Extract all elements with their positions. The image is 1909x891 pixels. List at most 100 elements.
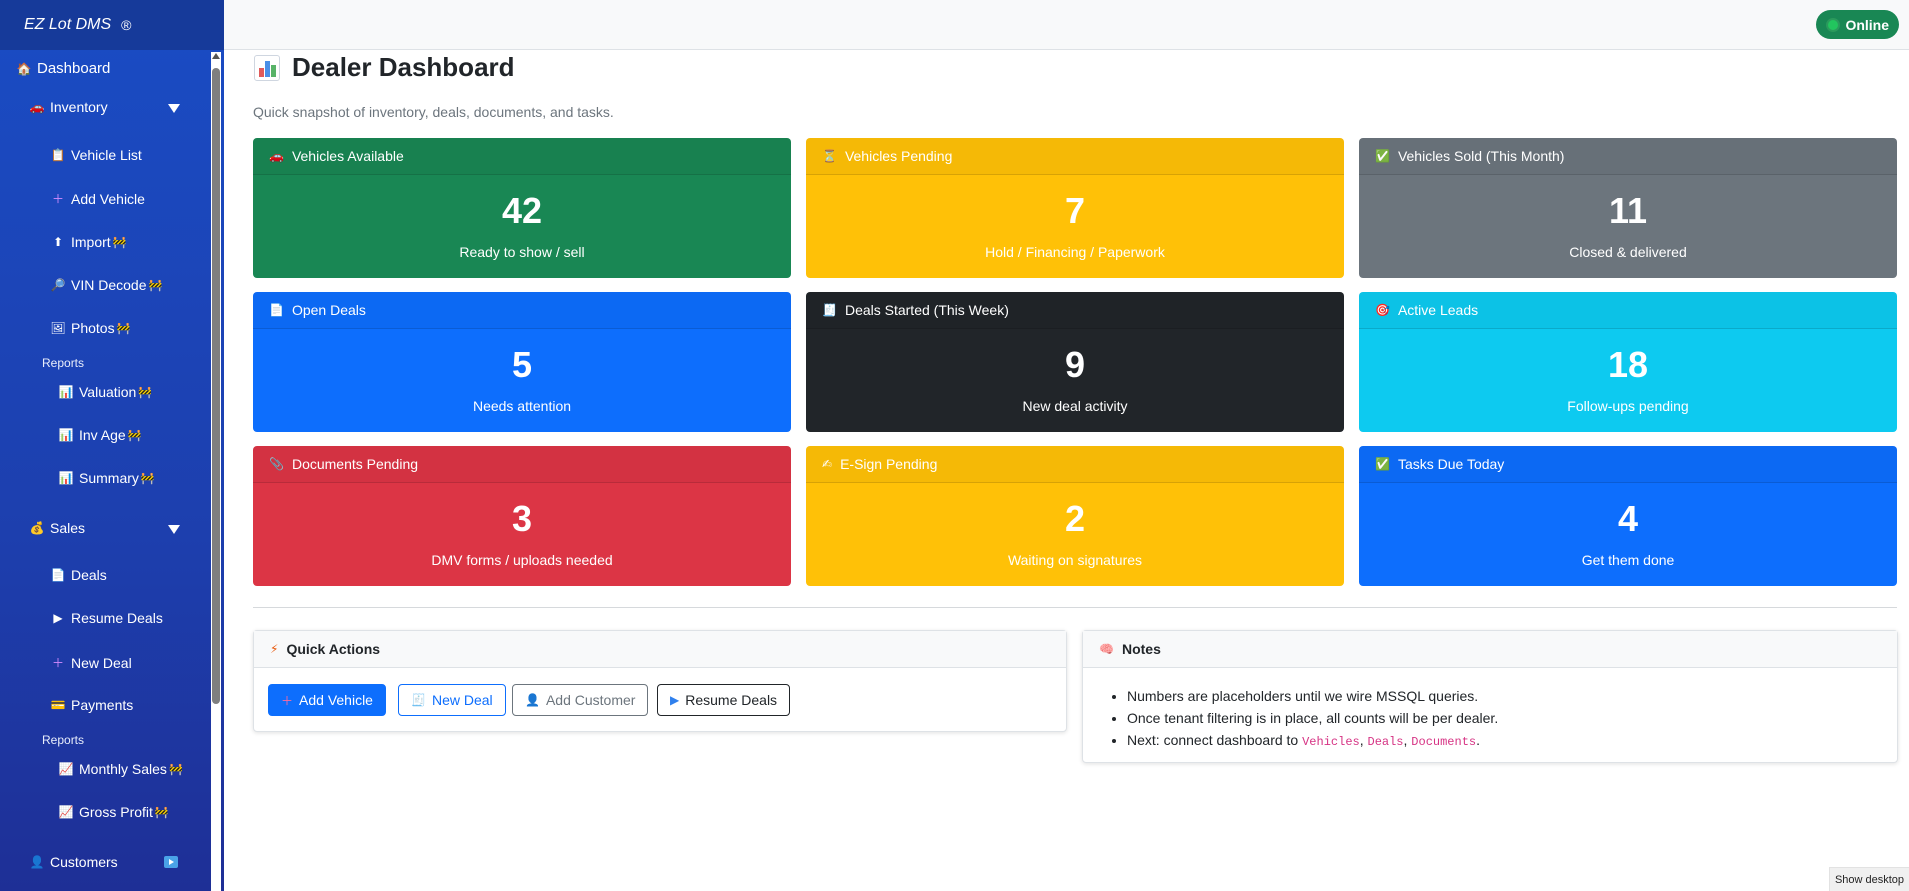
new-deal-button[interactable]: 🧾 New Deal — [398, 684, 506, 716]
plus-icon: ＋ — [51, 192, 64, 206]
sidebar-item-deals[interactable]: 📄 Deals — [50, 567, 107, 583]
sidebar-nav: 🏠 Dashboard 🚗 Inventory 📋 Vehicle List ＋… — [0, 50, 208, 891]
button-label: Add Vehicle — [299, 692, 373, 708]
card-title: Active Leads — [1397, 302, 1479, 318]
expand-icon[interactable] — [164, 856, 178, 868]
construction-icon: 🚧 — [112, 236, 127, 249]
status-badge: Online — [1816, 10, 1899, 39]
bar-chart-icon: 📊 — [58, 385, 74, 399]
construction-icon: 🚧 — [168, 763, 183, 776]
sidebar-item-label: Inventory — [50, 99, 108, 115]
brand[interactable]: EZ Lot DMS ® — [0, 0, 224, 50]
card-value: 7 — [1064, 190, 1086, 231]
upload-icon: ⬆ — [52, 235, 64, 249]
car-icon: 🚗 — [269, 149, 284, 163]
sidebar-item-new-deal[interactable]: ＋ New Deal — [50, 654, 132, 671]
button-label: Add Customer — [545, 692, 636, 708]
sidebar-item-add-vehicle[interactable]: ＋ Add Vehicle — [50, 190, 145, 207]
hourglass-icon: ⏳ — [822, 149, 837, 163]
period: . — [1476, 732, 1480, 748]
card-value: 2 — [1064, 498, 1086, 539]
card-documents-pending[interactable]: 📎 Documents Pending 3 DMV forms / uploads… — [253, 446, 791, 586]
sidebar-item-label: Sales — [50, 520, 86, 536]
sidebar-item-valuation[interactable]: 📊 Valuation 🚧 — [58, 384, 153, 400]
card-title: E-Sign Pending — [840, 456, 938, 472]
card-icon: 💳 — [50, 698, 66, 712]
construction-icon: 🚧 — [116, 322, 131, 335]
top-bar: Online — [224, 0, 1909, 50]
person-icon: 👤 — [525, 693, 540, 707]
card-value: 42 — [501, 190, 543, 231]
document-icon: 📄 — [50, 568, 66, 582]
check-icon: ✅ — [1375, 149, 1390, 163]
sidebar-item-customers[interactable]: 👤 Customers — [29, 854, 118, 870]
car-icon: 🚗 — [29, 100, 45, 114]
construction-icon: 🚧 — [127, 429, 142, 442]
sidebar-item-label: Monthly Sales — [79, 761, 167, 777]
sidebar-item-vin-decode[interactable]: 🔎 VIN Decode 🚧 — [50, 277, 163, 293]
status-dot-icon — [1828, 19, 1839, 30]
button-label: New Deal — [431, 692, 493, 708]
card-deals-started[interactable]: 🧾 Deals Started (This Week) 9 New deal ac… — [806, 292, 1344, 432]
sidebar-item-monthly-sales[interactable]: 📈 Monthly Sales 🚧 — [58, 761, 183, 777]
resume-deals-button[interactable]: ▶ Resume Deals — [657, 684, 791, 716]
target-icon: 🎯 — [1375, 303, 1390, 317]
sidebar-item-resume-deals[interactable]: ▶ Resume Deals — [50, 610, 162, 626]
sidebar-item-vehicle-list[interactable]: 📋 Vehicle List — [50, 147, 142, 163]
scroll-up-icon[interactable] — [212, 53, 220, 59]
card-title: Deals Started (This Week) — [844, 302, 1009, 318]
sidebar-item-sales[interactable]: 💰 Sales — [29, 520, 86, 536]
status-label: Online — [1845, 16, 1889, 33]
receipt-icon: 🧾 — [411, 693, 426, 707]
card-subtext: Closed & delivered — [1569, 244, 1687, 260]
panel-title: Quick Actions — [286, 641, 381, 657]
sidebar-item-inv-age[interactable]: 📊 Inv Age 🚧 — [58, 427, 142, 443]
scroll-thumb[interactable] — [212, 68, 220, 704]
registered-mark: ® — [121, 17, 132, 33]
code-documents: Documents — [1411, 735, 1477, 749]
page-title-text: Dealer Dashboard — [292, 52, 515, 82]
card-header: 🧾 Deals Started (This Week) — [806, 292, 1344, 329]
card-subtext: New deal activity — [1022, 398, 1128, 414]
line-chart-icon: 📈 — [58, 762, 74, 776]
add-vehicle-button[interactable]: ＋ Add Vehicle — [268, 684, 386, 716]
notes-panel: 🧠 Notes Numbers are placeholders until we… — [1082, 630, 1898, 763]
sidebar-item-payments[interactable]: 💳 Payments — [50, 697, 134, 713]
line-chart-icon: 📈 — [58, 805, 74, 819]
card-value: 18 — [1607, 344, 1649, 385]
card-active-leads[interactable]: 🎯 Active Leads 18 Follow-ups pending — [1359, 292, 1897, 432]
list-item: Numbers are placeholders until we wire M… — [1127, 685, 1498, 707]
brand-name: EZ Lot DMS — [24, 16, 112, 33]
sidebar-item-import[interactable]: ⬆ Import 🚧 — [50, 234, 126, 250]
sidebar-item-summary[interactable]: 📊 Summary 🚧 — [58, 470, 155, 486]
sidebar-item-label: Summary — [79, 470, 139, 486]
card-vehicles-pending[interactable]: ⏳ Vehicles Pending 7 Hold / Financing / P… — [806, 138, 1344, 278]
sidebar-item-inventory[interactable]: 🚗 Inventory — [29, 99, 108, 115]
person-icon: 👤 — [29, 855, 45, 869]
sidebar-scrollbar[interactable] — [211, 52, 221, 891]
page-subtitle: Quick snapshot of inventory, deals, docu… — [253, 104, 614, 120]
sidebar-item-label: Payments — [71, 697, 134, 713]
card-tasks-due[interactable]: ✅ Tasks Due Today 4 Get them done — [1359, 446, 1897, 586]
bar-chart-icon: 📊 — [58, 428, 74, 442]
card-value: 11 — [1608, 190, 1648, 231]
card-vehicles-available[interactable]: 🚗 Vehicles Available 42 Ready to show / s… — [253, 138, 791, 278]
chevron-down-icon[interactable] — [168, 525, 180, 534]
card-value: 5 — [511, 344, 533, 385]
sidebar-item-label: Gross Profit — [79, 804, 153, 820]
sidebar-item-photos[interactable]: 🖼 Photos 🚧 — [50, 320, 130, 336]
card-esign-pending[interactable]: ✍ E-Sign Pending 2 Waiting on signatures — [806, 446, 1344, 586]
paperclip-icon: 📎 — [269, 457, 284, 471]
magnifier-icon: 🔎 — [50, 278, 66, 292]
construction-icon: 🚧 — [154, 806, 169, 819]
show-desktop-button[interactable]: Show desktop — [1829, 867, 1909, 891]
sidebar-item-dashboard[interactable]: 🏠 Dashboard — [16, 60, 111, 77]
card-subtext: DMV forms / uploads needed — [431, 552, 613, 568]
chevron-down-icon[interactable] — [168, 104, 180, 113]
card-open-deals[interactable]: 📄 Open Deals 5 Needs attention — [253, 292, 791, 432]
receipt-icon: 🧾 — [822, 303, 837, 317]
card-vehicles-sold[interactable]: ✅ Vehicles Sold (This Month) 11 Closed & … — [1359, 138, 1897, 278]
sidebar-item-gross-profit[interactable]: 📈 Gross Profit 🚧 — [58, 804, 169, 820]
sidebar-item-label: Valuation — [79, 384, 137, 400]
add-customer-button[interactable]: 👤 Add Customer — [512, 684, 649, 716]
